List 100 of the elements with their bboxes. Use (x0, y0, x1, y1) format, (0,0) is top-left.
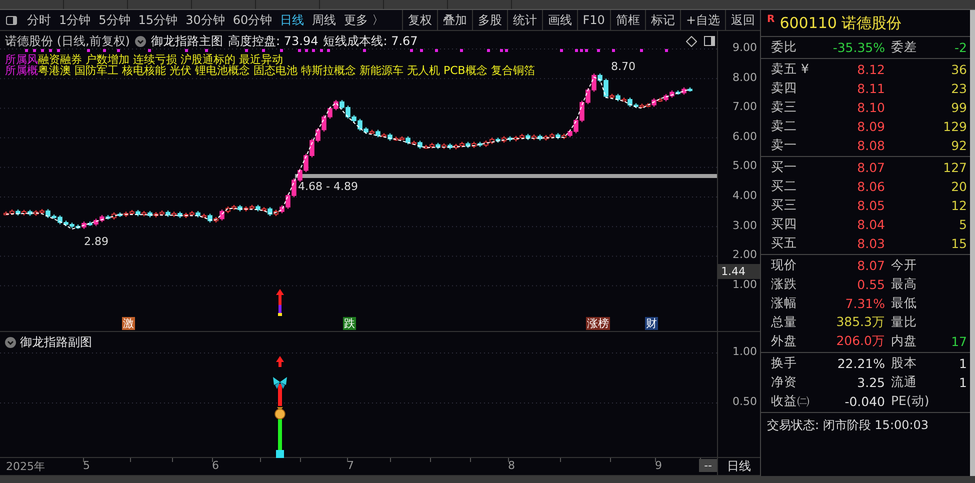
order-level: 买三 (770, 197, 798, 214)
axis-label: 7.00 (732, 100, 757, 114)
field-value: 7.31% (844, 296, 885, 311)
concept-tags: 融资融券 户数增加 连续亏损 沪股通标的 最近异动 (38, 54, 283, 65)
scroll-button[interactable]: -- (699, 459, 718, 472)
field-value: 8.07 (856, 258, 885, 273)
toolbar-button[interactable]: +自选 (680, 10, 725, 30)
period-tab[interactable]: 5分钟 (94, 12, 134, 28)
order-price: 8.05 (856, 198, 885, 213)
order-price: 8.12 (856, 62, 885, 77)
butterfly-icon (273, 376, 287, 389)
field-label: 股本 (890, 355, 918, 372)
period-label: 日线 (717, 458, 760, 475)
signal-bar (276, 289, 284, 316)
axis-label: 0.50 (732, 394, 757, 408)
order-volume: 20 (950, 179, 968, 194)
order-price: 8.07 (856, 160, 885, 175)
order-level: 卖二 (770, 118, 798, 135)
axis-label: 8.00 (732, 70, 757, 84)
axis-label: 6.00 (732, 130, 757, 143)
field-label: 委比 (770, 39, 798, 56)
collapse-icon[interactable] (5, 336, 16, 348)
order-level: 买一 (770, 159, 798, 176)
order-price: 8.10 (856, 100, 885, 115)
field-value: 1 (959, 356, 967, 371)
order-price: 8.11 (856, 81, 885, 96)
indicator-name: 御龙指路主图 (151, 33, 223, 50)
order-level: 买二 (770, 178, 798, 195)
period-tab[interactable]: 分时 (23, 12, 55, 28)
collapse-icon[interactable] (135, 36, 146, 47)
order-price: 8.04 (856, 217, 885, 232)
toolbar-button[interactable]: 多股 (472, 10, 507, 30)
field-label: 委差 (890, 39, 918, 56)
field-value: 206.0万 (835, 333, 885, 350)
order-volume: 92 (950, 138, 968, 153)
field-label: 涨幅 (770, 295, 798, 312)
indicator-reading: 高度控盘: 73.94 (228, 33, 318, 50)
field-label: PE(动) (890, 393, 930, 410)
field-label: 内盘 (890, 333, 918, 350)
period-tab[interactable]: 1分钟 (55, 12, 95, 28)
axis-label: 9.00 (732, 41, 757, 54)
axis-label: 1.00 (732, 278, 757, 291)
field-label: 今开 (890, 257, 918, 274)
panel-toggle-icon[interactable] (6, 16, 17, 24)
trading-status: 交易状态: 闭市阶段 15:00:03 (766, 417, 930, 434)
period-tab[interactable]: 30分钟 (182, 12, 229, 28)
field-label: 收益㈡ (770, 393, 811, 410)
toolbar-button[interactable]: 画线 (542, 10, 577, 30)
order-price: 8.06 (856, 179, 885, 194)
price-label: 4.68 - 4.89 (298, 180, 358, 193)
field-label: 外盘 (770, 333, 798, 350)
field-label: 最高 (890, 276, 918, 293)
signal-tag: 跌 (343, 317, 356, 330)
date-label: 6 (212, 459, 219, 472)
date-label: 2025年 (6, 459, 45, 474)
order-volume: 36 (950, 62, 968, 77)
order-volume: 127 (942, 160, 968, 175)
concept-tags: 粤港澳 国防军工 核电核能 光伏 锂电池概念 固态电池 特斯拉概念 新能源车 无人机 PCB概念 复合铜箔 (38, 65, 535, 76)
field-value: 17 (951, 334, 967, 349)
toolbar-button[interactable]: 复权 (402, 10, 437, 30)
stock-name: 600110 诺德股份 (780, 14, 902, 32)
panel-toggle-icon[interactable] (704, 36, 715, 46)
diamond-icon[interactable] (686, 36, 697, 47)
field-value: -0.040 (844, 394, 885, 409)
field-value: 385.3万 (835, 314, 885, 331)
toolbar-button[interactable]: F10 (576, 10, 610, 30)
indicator-reading: 短线成本线: 7.67 (323, 33, 418, 50)
order-level: 买五 (770, 235, 798, 252)
date-label: 5 (83, 459, 90, 472)
period-tab[interactable]: 周线 (308, 12, 340, 28)
margin-label: R (767, 14, 775, 25)
order-level: 买四 (770, 216, 798, 233)
order-price: 8.03 (856, 236, 885, 251)
order-level: 卖一 (770, 137, 798, 154)
toolbar-button[interactable]: 叠加 (436, 10, 472, 30)
field-value: -35.35% (832, 40, 885, 55)
period-tab[interactable]: 日线 (276, 12, 308, 28)
order-volume: 5 (958, 217, 968, 232)
field-label: 最低 (890, 295, 918, 312)
period-tab[interactable]: 更多 〉 (340, 12, 388, 28)
price-label: 8.70 (611, 60, 636, 73)
field-label: 流通 (890, 374, 918, 391)
price-label: 2.89 (84, 235, 108, 248)
signal-tag: 涨榜 (586, 317, 610, 330)
order-volume: 99 (950, 100, 968, 115)
order-volume: 12 (950, 198, 968, 213)
toolbar-button[interactable]: 统计 (506, 10, 542, 30)
field-value: 3.25 (856, 375, 885, 390)
period-tab[interactable]: 15分钟 (134, 12, 182, 28)
toolbar-button[interactable]: 标记 (644, 10, 680, 30)
field-value: 1 (959, 375, 967, 390)
toolbar-button[interactable]: 简框 (610, 10, 645, 30)
toolbar-button[interactable]: 返回 (725, 10, 760, 30)
axis-label: 3.00 (732, 218, 757, 232)
signal-tag: 财 (645, 317, 658, 330)
money-bag-icon (274, 406, 286, 420)
chart-title: 御龙指路副图 (20, 334, 92, 351)
value-tag: 1.44 (718, 264, 760, 279)
order-level: 卖四 (770, 80, 798, 97)
period-tab[interactable]: 60分钟 (228, 12, 276, 28)
